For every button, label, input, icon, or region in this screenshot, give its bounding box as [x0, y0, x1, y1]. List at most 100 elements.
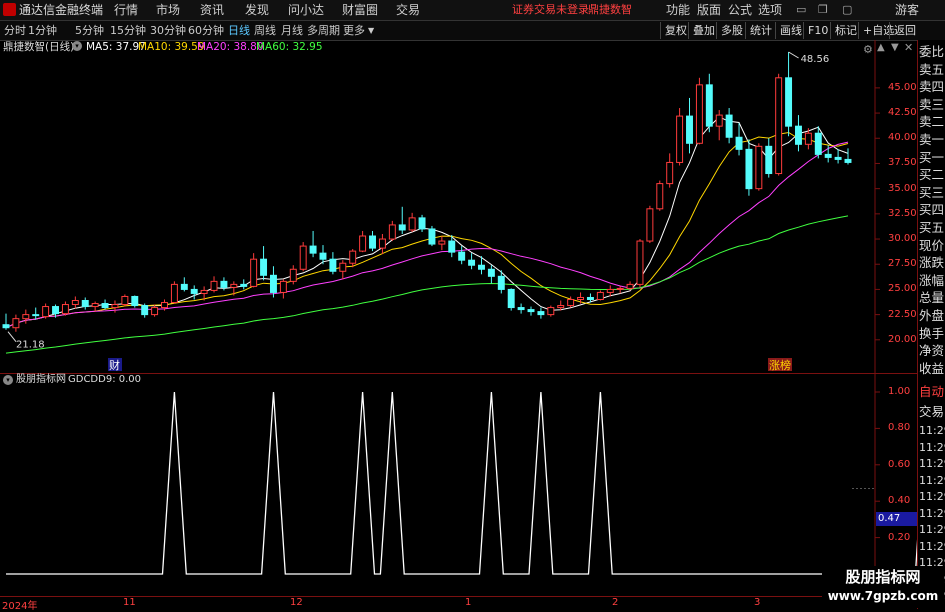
- toolbar-mark[interactable]: 标记: [830, 22, 861, 39]
- quote-item[interactable]: 涨幅: [919, 272, 945, 289]
- indicator-tick: 0.60: [888, 458, 911, 470]
- minimize-icon[interactable]: ▭: [796, 0, 806, 20]
- candle-body: [161, 302, 168, 309]
- quote-item[interactable]: 总量: [919, 289, 945, 306]
- period-monthly[interactable]: 月线: [281, 21, 303, 40]
- quote-item[interactable]: 买四: [919, 201, 945, 218]
- period-60min[interactable]: 60分钟: [188, 21, 224, 40]
- quote-item[interactable]: 委比: [919, 43, 945, 60]
- price-tick: 20.00: [888, 333, 917, 345]
- menu-marketplace[interactable]: 市场: [156, 0, 180, 20]
- quote-item[interactable]: 卖二: [919, 113, 945, 130]
- date-label-jan: 1: [465, 597, 472, 608]
- product-name: 鼎捷数智: [588, 3, 632, 16]
- auto-trade-label[interactable]: 自动: [919, 382, 945, 402]
- period-1min[interactable]: 1分钟: [28, 21, 57, 40]
- quote-item[interactable]: 卖一: [919, 131, 945, 148]
- price-tick: 22.50: [888, 308, 917, 320]
- menu-wealth[interactable]: 财富圈: [342, 0, 378, 20]
- low-marker-line: [7, 331, 17, 343]
- period-15min[interactable]: 15分钟: [110, 21, 146, 40]
- toolbar-statistics[interactable]: 统计: [745, 22, 776, 39]
- login-status[interactable]: 证券交易未登录: [512, 0, 589, 20]
- menu-layout[interactable]: 版面: [697, 0, 721, 20]
- quote-item[interactable]: 买三: [919, 184, 945, 201]
- candle-body: [91, 303, 99, 308]
- candle-body: [844, 158, 852, 163]
- candle-body: [775, 77, 783, 175]
- gainers-marker: 涨榜: [769, 358, 791, 372]
- window-icon[interactable]: ▢: [842, 0, 852, 20]
- candle-body: [81, 300, 89, 308]
- period-weekly[interactable]: 周线: [254, 21, 276, 40]
- quote-item[interactable]: 换手: [919, 325, 945, 342]
- quote-item[interactable]: 现价: [919, 237, 945, 254]
- menu-market[interactable]: 行情: [114, 0, 138, 20]
- date-label-dec: 12: [290, 597, 303, 608]
- candle-body: [180, 283, 188, 290]
- trade-time: 11:29: [919, 506, 945, 520]
- menu-news[interactable]: 资讯: [200, 0, 224, 20]
- candle-body: [656, 183, 664, 210]
- date-label-feb: 2: [612, 597, 619, 608]
- menu-functions[interactable]: 功能: [666, 0, 690, 20]
- trade-time: 11:29: [919, 473, 945, 487]
- toolbar-draw[interactable]: 画线: [775, 22, 806, 39]
- toolbar-multistock[interactable]: 多股: [716, 22, 747, 39]
- candle-body: [359, 235, 367, 252]
- menu-formula[interactable]: 公式: [728, 0, 752, 20]
- period-multi[interactable]: 多周期: [307, 21, 340, 40]
- quote-item[interactable]: 涨跌: [919, 254, 945, 271]
- period-more[interactable]: 更多: [343, 21, 365, 40]
- indicator-tick: 0.80: [888, 422, 911, 434]
- period-daily[interactable]: 日线: [228, 21, 250, 40]
- candle-body: [804, 132, 812, 145]
- price-tick: 45.00: [888, 81, 917, 93]
- candle-body: [557, 305, 565, 309]
- toolbar-restore-rights[interactable]: 复权: [660, 22, 691, 39]
- candle-body: [676, 115, 684, 163]
- candle-body: [606, 288, 614, 293]
- indicator-chart[interactable]: [0, 374, 917, 596]
- menu-trade[interactable]: 交易: [396, 0, 420, 20]
- price-tick: 32.50: [888, 207, 917, 219]
- candle-body: [577, 296, 585, 300]
- quote-item[interactable]: 净资: [919, 342, 945, 359]
- high-price-label: 48.56: [801, 54, 830, 65]
- menu-discover[interactable]: 发现: [245, 0, 269, 20]
- candle-body: [626, 283, 634, 289]
- candle-body: [121, 295, 129, 306]
- kline-chart[interactable]: 48.56 21.18 财 涨榜: [0, 40, 917, 373]
- trade-time: 11:29: [919, 424, 945, 437]
- candle-body: [507, 288, 515, 309]
- toolbar-overlay[interactable]: 叠加: [688, 22, 719, 39]
- quote-item[interactable]: 买一: [919, 149, 945, 166]
- period-timeshare[interactable]: 分时: [4, 21, 26, 40]
- app-logo-icon: [3, 3, 16, 16]
- period-30min[interactable]: 30分钟: [150, 21, 186, 40]
- quote-item[interactable]: 买五: [919, 219, 945, 236]
- candle-body: [141, 305, 149, 316]
- candle-body: [111, 304, 119, 309]
- quote-item[interactable]: 收益: [919, 360, 945, 377]
- period-5min[interactable]: 5分钟: [75, 21, 104, 40]
- candle-body: [260, 258, 268, 276]
- fullscreen-icon[interactable]: ❐: [818, 0, 828, 20]
- toolbar-back[interactable]: 返回: [889, 22, 920, 39]
- toolbar-f10[interactable]: F10: [803, 22, 832, 39]
- candle-body: [705, 84, 713, 127]
- quote-item[interactable]: 卖五: [919, 61, 945, 78]
- quote-item[interactable]: 买二: [919, 166, 945, 183]
- chevron-down-icon[interactable]: ▼: [368, 21, 374, 40]
- quote-item[interactable]: 卖四: [919, 78, 945, 95]
- quote-item[interactable]: 外盘: [919, 307, 945, 324]
- candle-body: [2, 324, 10, 329]
- guest-label[interactable]: 游客: [895, 0, 919, 20]
- quote-item[interactable]: 卖三: [919, 96, 945, 113]
- candle-body: [210, 280, 218, 291]
- candle-body: [567, 298, 575, 307]
- trade-label[interactable]: 交易: [919, 402, 945, 422]
- menu-options[interactable]: 选项: [758, 0, 782, 20]
- candle-body: [735, 136, 743, 150]
- menu-ask[interactable]: 问小达: [288, 0, 324, 20]
